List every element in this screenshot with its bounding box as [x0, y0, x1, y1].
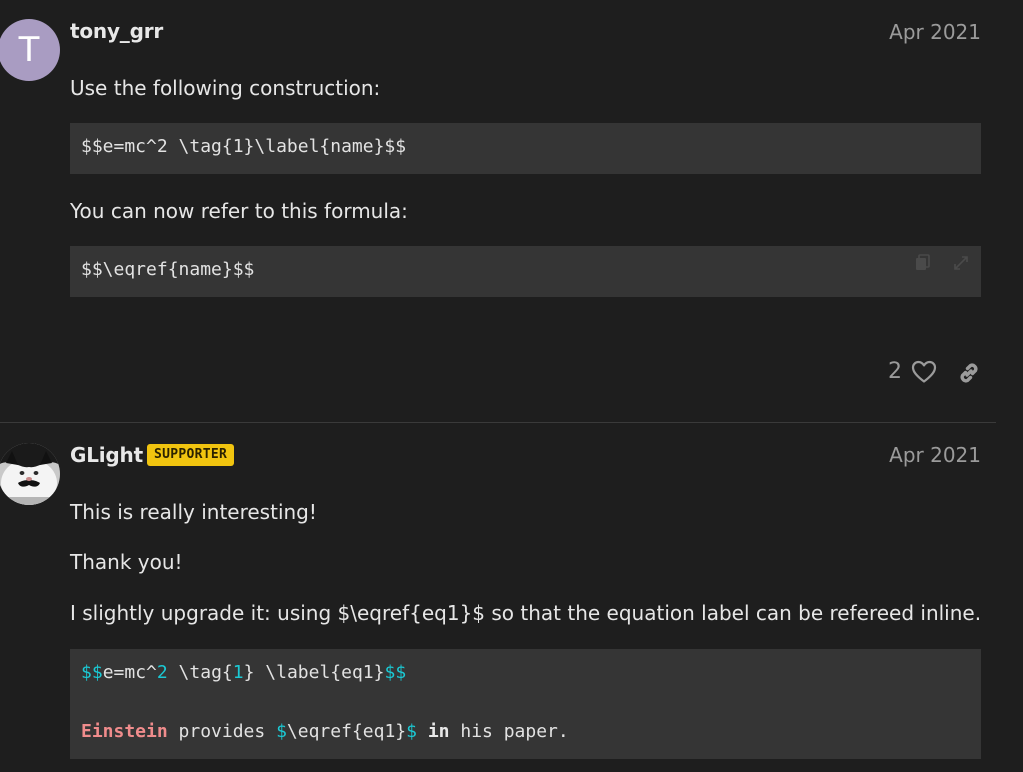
- code-line: $$\eqref{name}$$: [81, 259, 255, 280]
- post-text: You can now refer to this formula:: [70, 199, 408, 223]
- post-glight: GLight SUPPORTER Apr 2021 This is really…: [0, 423, 1023, 772]
- copy-icon[interactable]: [915, 254, 931, 275]
- code-token: \tag{: [167, 662, 233, 683]
- code-line: $$e=mc^2 \tag{1}\label{name}$$: [81, 136, 407, 157]
- math-delimiter: $: [406, 721, 417, 742]
- heart-icon[interactable]: [911, 360, 937, 388]
- post-date[interactable]: Apr 2021: [889, 20, 981, 44]
- code-number: 1: [232, 662, 244, 683]
- code-name: Einstein: [81, 721, 168, 742]
- code-block: $$e=mc^2 \tag{1}\label{name}$$: [70, 123, 981, 174]
- code-block: $$\eqref{name}$$: [70, 246, 981, 297]
- code-line: Einstein provides $\eqref{eq1}$ in his p…: [81, 721, 569, 742]
- username[interactable]: GLight: [70, 443, 143, 467]
- code-token: his paper.: [449, 721, 569, 742]
- code-line: $$e=mc^2 \tag{1} \label{eq1}$$: [81, 662, 406, 683]
- avatar[interactable]: T: [0, 19, 60, 81]
- code-token: provides: [167, 721, 277, 742]
- username[interactable]: tony_grr: [70, 19, 163, 43]
- supporter-badge[interactable]: SUPPORTER: [147, 444, 235, 466]
- post-tony-grr: T tony_grr Apr 2021 Use the following co…: [0, 0, 1023, 422]
- code-token: e=mc^: [102, 662, 157, 683]
- math-delimiter: $$: [384, 662, 407, 683]
- code-block: $$e=mc^2 \tag{1} \label{eq1}$$ Einstein …: [70, 649, 981, 759]
- math-delimiter: $: [276, 721, 287, 742]
- code-number: 2: [156, 662, 168, 683]
- code-token: } \label{eq1}: [243, 662, 385, 683]
- post-text: Use the following construction:: [70, 76, 381, 100]
- like-count: 2: [888, 359, 902, 384]
- expand-icon[interactable]: [953, 255, 969, 275]
- link-icon[interactable]: [956, 360, 982, 390]
- post-text: I slightly upgrade it: using $\eqref{eq1…: [70, 601, 982, 625]
- math-delimiter: $$: [81, 662, 103, 683]
- post-date[interactable]: Apr 2021: [889, 443, 981, 467]
- post-text: This is really interesting!: [70, 500, 317, 524]
- post-text: Thank you!: [70, 550, 183, 574]
- code-token: \eqref{eq1}: [286, 721, 407, 742]
- code-keyword: in: [427, 721, 450, 742]
- avatar[interactable]: [0, 443, 60, 505]
